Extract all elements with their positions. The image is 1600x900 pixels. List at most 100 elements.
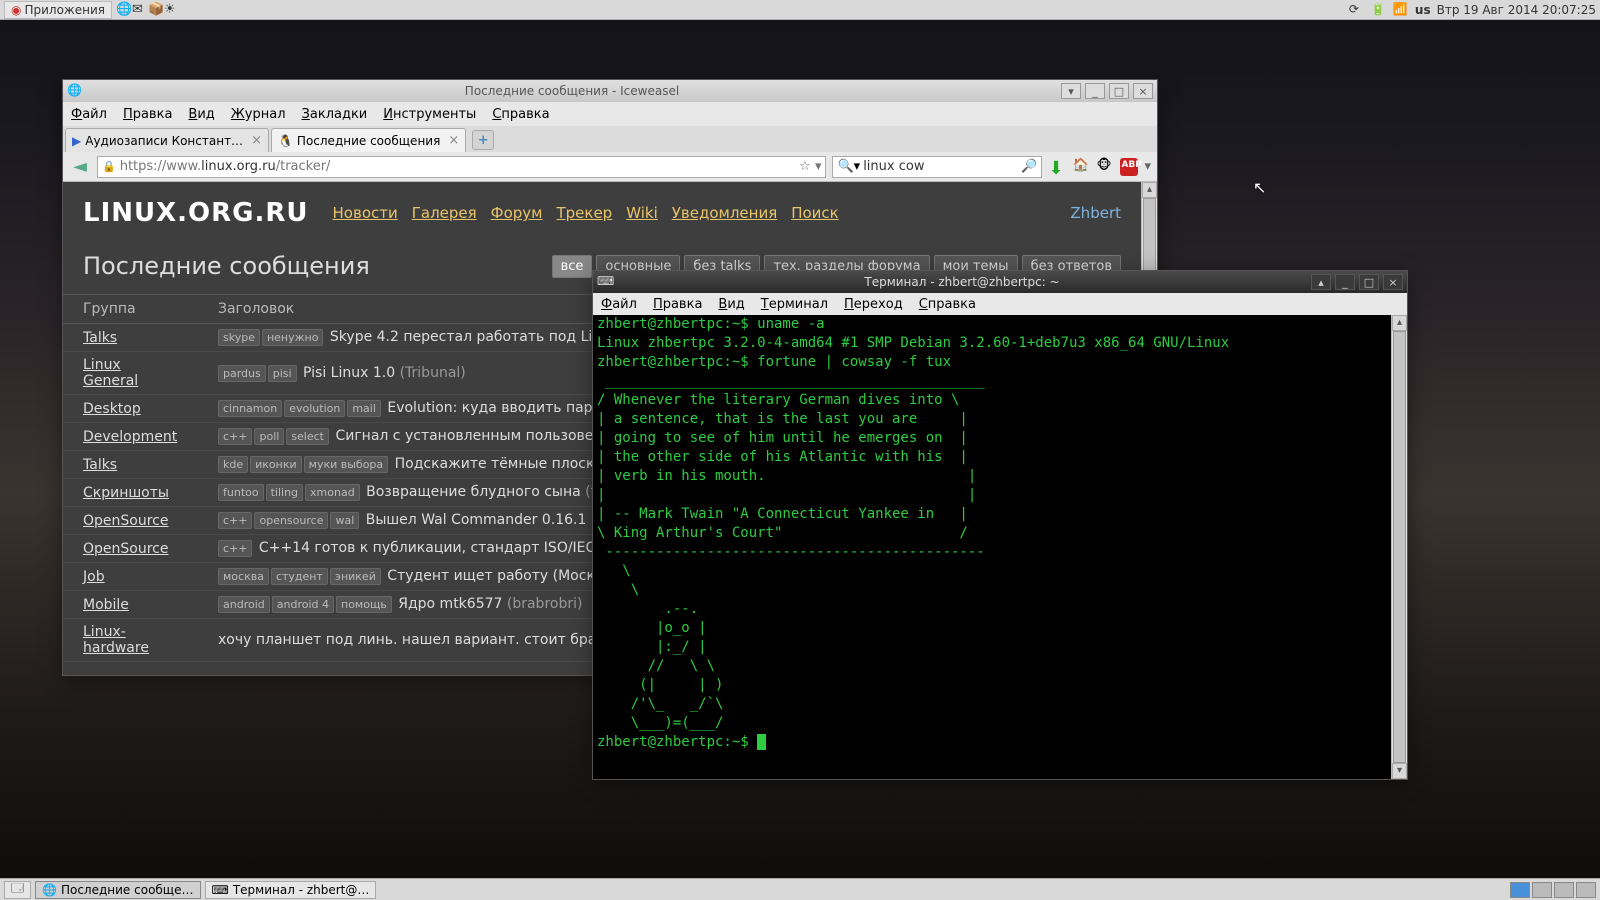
tag[interactable]: evolution [284,400,345,417]
scroll-up-icon[interactable]: ▴ [1142,182,1157,198]
clock[interactable]: Втр 19 Авг 2014 20:07:25 [1437,3,1596,17]
workspace-4[interactable] [1576,882,1596,898]
maximize-button[interactable]: □ [1359,274,1379,290]
tag[interactable]: android 4 [272,596,334,613]
tag[interactable]: c++ [218,428,252,445]
tag[interactable]: эникей [330,568,381,585]
nav-link[interactable]: Трекер [556,204,612,222]
minimize-button[interactable]: ▾ [1061,83,1081,99]
battery-icon[interactable]: 🔋 [1371,2,1387,18]
filter-button[interactable]: все [552,255,593,278]
keyboard-layout[interactable]: us [1415,3,1431,17]
tag[interactable]: poll [254,428,284,445]
rollup-button[interactable]: ▴ [1311,274,1331,290]
menu-edit[interactable]: Правка [123,107,172,122]
mail-icon[interactable]: ✉ [132,2,148,18]
close-tab-icon[interactable]: × [251,133,262,148]
group-link[interactable]: Job [83,569,105,585]
taskbar-item[interactable]: 🌐Последние сообще… [35,881,200,899]
search-go-icon[interactable]: 🔎 [1021,159,1037,174]
topic-title[interactable]: Вышел Wal Commander 0.16.1 [361,512,591,528]
close-button[interactable]: × [1133,83,1153,99]
tag[interactable]: mail [347,400,381,417]
topic-title[interactable]: Студент ищет работу (Москва: [383,568,617,584]
workspace-3[interactable] [1554,882,1574,898]
nav-link[interactable]: Wiki [626,204,658,222]
package-icon[interactable]: 📦 [148,2,164,18]
tag[interactable]: kde [218,456,248,473]
topic-title[interactable]: Возвращение блудного сына [362,484,585,500]
nav-link[interactable]: Галерея [412,204,477,222]
topic-title[interactable]: Подскажите тёмные плоские и [390,456,626,472]
tag[interactable]: skype [218,329,260,346]
menu-terminal[interactable]: Терминал [761,297,828,312]
terminal-scrollbar[interactable]: ▴ ▾ [1391,315,1407,779]
minimize-button[interactable]: _ [1335,274,1355,290]
applications-menu[interactable]: ◉ Приложения [4,1,112,19]
topic-title[interactable]: Ядро mtk6577 [394,596,507,612]
scroll-up-icon[interactable]: ▴ [1392,315,1407,331]
tag[interactable]: xmonad [305,484,360,501]
terminal-titlebar[interactable]: ⌨ Терминал - zhbert@zhbertpc: ~ ▴ _ □ × [593,271,1407,293]
tag[interactable]: москва [218,568,269,585]
tag[interactable]: pisi [268,365,297,382]
tag[interactable]: wal [330,512,359,529]
group-link[interactable]: Mobile [83,597,129,613]
terminal-output[interactable]: zhbert@zhbertpc:~$ uname -a Linux zhbert… [593,315,1391,779]
address-bar[interactable]: 🔒 https://www.linux.org.ru/tracker/ ☆ ▾ [97,156,826,178]
weather-icon[interactable]: ☀ [164,2,180,18]
menu-file[interactable]: Файл [71,107,107,122]
group-link[interactable]: Talks [83,457,117,473]
desktop-button[interactable]: 🗔 [4,881,31,899]
nav-link[interactable]: Новости [333,204,398,222]
menu-help[interactable]: Справка [492,107,549,122]
menu-bookmarks[interactable]: Закладки [302,107,368,122]
menu-go[interactable]: Переход [844,297,903,312]
dropdown-icon[interactable]: ▾ [1144,159,1151,174]
tag[interactable]: cinnamon [218,400,282,417]
group-link[interactable]: OpenSource [83,513,168,529]
workspace-switcher[interactable] [1510,882,1596,898]
new-tab-button[interactable]: + [472,130,494,150]
scroll-thumb[interactable] [1393,331,1406,763]
group-link[interactable]: OpenSource [83,541,168,557]
rss-icon[interactable]: ☆ ▾ [799,159,821,174]
menu-file[interactable]: Файл [601,297,637,312]
close-button[interactable]: × [1383,274,1403,290]
monkey-icon[interactable]: 🐵 [1096,158,1114,176]
menu-tools[interactable]: Инструменты [383,107,476,122]
browser-titlebar[interactable]: 🌐 Последние сообщения - Iceweasel ▾ _ □ … [63,80,1157,102]
tag[interactable]: pardus [218,365,266,382]
scroll-track[interactable] [1392,331,1407,763]
menu-history[interactable]: Журнал [231,107,286,122]
nav-link[interactable]: Поиск [791,204,839,222]
tag[interactable]: муки выбора [304,456,389,473]
nav-link[interactable]: Уведомления [672,204,777,222]
globe-icon[interactable]: 🌐 [116,2,132,18]
group-link[interactable]: Linux General [83,357,138,389]
group-link[interactable]: Linux-hardware [83,624,149,656]
menu-view[interactable]: Вид [718,297,744,312]
tag[interactable]: иконки [250,456,302,473]
workspace-1[interactable] [1510,882,1530,898]
home-icon[interactable]: 🏠 [1072,158,1090,176]
menu-edit[interactable]: Правка [653,297,702,312]
tag[interactable]: funtoo [218,484,264,501]
menu-help[interactable]: Справка [919,297,976,312]
topic-title[interactable]: Skype 4.2 перестал работать под Linux [325,329,618,345]
tag[interactable]: tiling [266,484,303,501]
tag[interactable]: select [286,428,329,445]
updates-icon[interactable]: ⟳ [1349,2,1365,18]
tag[interactable]: c++ [218,512,252,529]
back-button[interactable]: ◄ [69,156,91,178]
site-logo[interactable]: LINUX.ORG.RU [83,198,309,228]
topic-title[interactable]: хочу планшет под линь. нашел вариант. ст… [218,632,620,648]
tag[interactable]: opensource [254,512,328,529]
abp-icon[interactable]: ABP [1120,158,1138,176]
tag[interactable]: c++ [218,540,252,557]
browser-tab[interactable]: 🐧 Последние сообщения × [271,128,466,152]
topic-title[interactable]: Pisi Linux 1.0 [299,365,400,381]
user-link[interactable]: Zhbert [1070,204,1121,222]
browser-tab[interactable]: ▶ Аудиозаписи Констант… × [65,128,269,152]
network-icon[interactable]: 📶 [1393,2,1409,18]
